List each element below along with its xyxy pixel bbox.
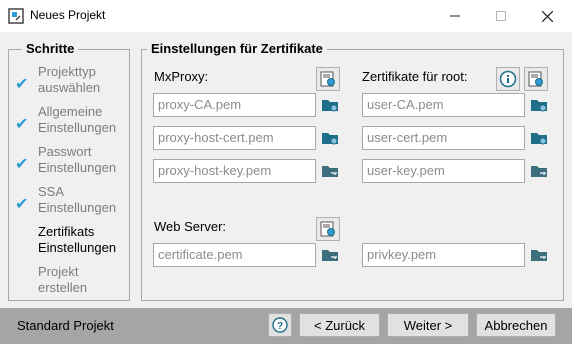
folder-key-icon xyxy=(531,250,547,261)
minimize-button[interactable] xyxy=(432,0,478,32)
checkmark-icon: ✔ xyxy=(15,76,29,93)
certificate-field[interactable]: certificate.pem xyxy=(153,243,316,267)
root-generate-cert-button[interactable] xyxy=(524,67,548,91)
certs-title: Einstellungen für Zertifikate xyxy=(147,41,327,56)
window-title: Neues Projekt xyxy=(30,8,106,22)
close-icon xyxy=(541,10,553,22)
back-button[interactable]: < Zurück xyxy=(299,313,380,337)
step-allgemeine: ✔ Allgemeine Einstellungen xyxy=(15,104,130,144)
help-icon: ? xyxy=(272,317,288,333)
info-icon xyxy=(499,70,517,88)
browse-privkey-button[interactable] xyxy=(527,243,551,267)
checkmark-icon: ✔ xyxy=(15,156,29,173)
mxproxy-label: MxProxy: xyxy=(154,69,209,84)
webserver-generate-cert-button[interactable] xyxy=(316,217,340,241)
privkey-field[interactable]: privkey.pem xyxy=(362,243,525,267)
proxy-host-key-field[interactable]: proxy-host-key.pem xyxy=(153,159,316,183)
browse-proxy-host-cert-button[interactable] xyxy=(318,126,342,150)
certificate-icon xyxy=(320,71,335,87)
close-button[interactable] xyxy=(524,0,570,32)
step-label: Projekt erstellen xyxy=(38,264,88,295)
user-cert-field[interactable]: user-cert.pem xyxy=(362,126,525,150)
browse-certificate-button[interactable] xyxy=(318,243,342,267)
browse-user-cert-button[interactable] xyxy=(527,126,551,150)
checkmark-icon: ✔ xyxy=(15,196,29,213)
step-zertifikats: Zertifikats Einstellungen xyxy=(15,224,130,264)
minimize-icon xyxy=(450,15,460,17)
folder-icon xyxy=(322,133,338,145)
browse-user-key-button[interactable] xyxy=(527,159,551,183)
step-label: Passwort Einstellungen xyxy=(38,144,117,175)
root-certs-label: Zertifikate für root: xyxy=(362,69,468,84)
mxproxy-generate-cert-button[interactable] xyxy=(316,67,340,91)
certificate-icon xyxy=(320,221,335,237)
footer-project-label: Standard Projekt xyxy=(17,318,114,333)
next-button[interactable]: Weiter > xyxy=(387,313,469,337)
app-icon xyxy=(8,8,24,24)
folder-icon xyxy=(322,100,338,112)
user-ca-field[interactable]: user-CA.pem xyxy=(362,93,525,117)
step-ssa: ✔ SSA Einstellungen xyxy=(15,184,130,224)
checkmark-icon: ✔ xyxy=(15,116,29,133)
browse-user-ca-button[interactable] xyxy=(527,93,551,117)
folder-key-icon xyxy=(322,166,338,177)
root-info-button[interactable] xyxy=(496,67,520,91)
browse-proxy-ca-button[interactable] xyxy=(318,93,342,117)
svg-text:?: ? xyxy=(277,321,283,332)
step-label: SSA Einstellungen xyxy=(38,184,117,215)
step-passwort: ✔ Passwort Einstellungen xyxy=(15,144,130,184)
folder-icon xyxy=(531,100,547,112)
step-label: Projekttyp auswählen xyxy=(38,64,101,95)
step-label: Allgemeine Einstellungen xyxy=(38,104,117,135)
proxy-ca-field[interactable]: proxy-CA.pem xyxy=(153,93,316,117)
step-projekttyp: ✔ Projekttyp auswählen xyxy=(15,64,130,104)
browse-proxy-host-key-button[interactable] xyxy=(318,159,342,183)
certificate-icon xyxy=(528,71,543,87)
proxy-host-cert-field[interactable]: proxy-host-cert.pem xyxy=(153,126,316,150)
cancel-button[interactable]: Abbrechen xyxy=(476,313,556,337)
maximize-icon xyxy=(496,11,506,21)
step-projekt-erstellen: Projekt erstellen xyxy=(15,264,130,304)
folder-icon xyxy=(531,133,547,145)
webserver-label: Web Server: xyxy=(154,219,227,234)
user-key-field[interactable]: user-key.pem xyxy=(362,159,525,183)
step-label: Zertifikats Einstellungen xyxy=(38,224,117,255)
steps-title: Schritte xyxy=(22,41,79,56)
maximize-button[interactable] xyxy=(478,0,524,32)
folder-key-icon xyxy=(322,250,338,261)
help-button[interactable]: ? xyxy=(268,313,292,337)
folder-key-icon xyxy=(531,166,547,177)
